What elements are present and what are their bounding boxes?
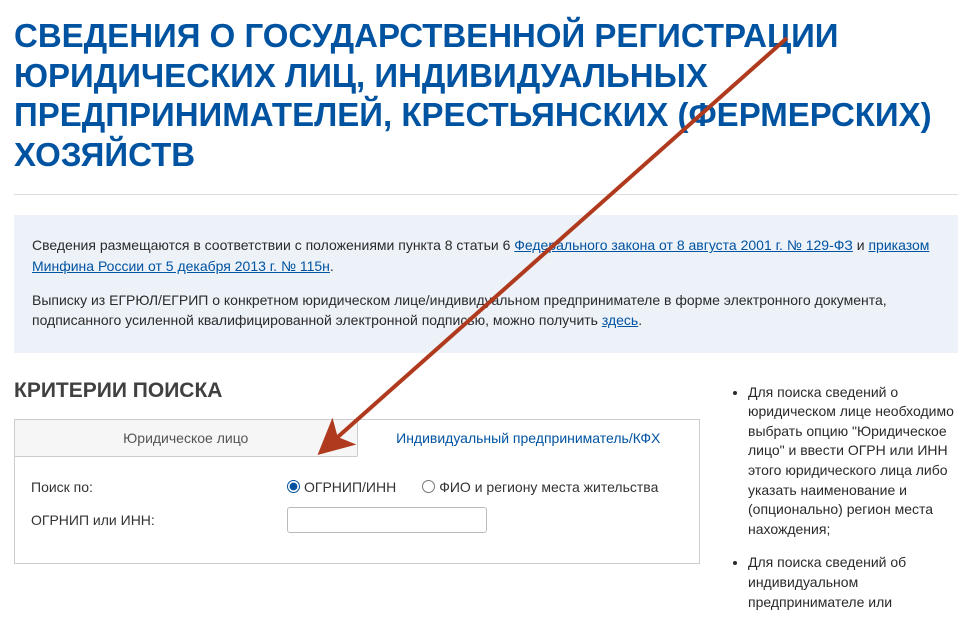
radio-ogrnip-inn-input[interactable] bbox=[287, 480, 300, 493]
search-form: Поиск по: ОГРНИП/ИНН ФИО и региону места… bbox=[14, 457, 700, 564]
tab-individual-entrepreneur[interactable]: Индивидуальный предприниматель/КФХ bbox=[357, 420, 700, 457]
radio-fio-region-label: ФИО и региону места жительства bbox=[439, 479, 658, 495]
search-panel: КРИТЕРИИ ПОИСКА Юридическое лицо Индивид… bbox=[14, 379, 700, 626]
info-text: Выписку из ЕГРЮЛ/ЕГРИП о конкретном юрид… bbox=[32, 292, 887, 328]
radio-fio-region-input[interactable] bbox=[422, 480, 435, 493]
ogrnip-inn-input[interactable] bbox=[287, 507, 487, 533]
radio-ogrnip-inn-label: ОГРНИП/ИНН bbox=[304, 479, 396, 495]
criteria-heading: КРИТЕРИИ ПОИСКА bbox=[14, 379, 700, 403]
hint-item: Для поиска сведений о юридическом лице н… bbox=[748, 383, 958, 540]
ogrnip-inn-label: ОГРНИП или ИНН: bbox=[31, 512, 287, 528]
hint-item: Для поиска сведений об индивидуальном пр… bbox=[748, 553, 958, 612]
law-link-129fz[interactable]: Федерального закона от 8 августа 2001 г.… bbox=[514, 237, 853, 253]
info-text: и bbox=[853, 237, 869, 253]
hints-panel: Для поиска сведений о юридическом лице н… bbox=[730, 379, 958, 626]
radio-fio-region[interactable]: ФИО и региону места жительства bbox=[422, 479, 658, 495]
tab-legal-entity[interactable]: Юридическое лицо bbox=[15, 420, 357, 457]
divider bbox=[14, 194, 958, 195]
search-by-label: Поиск по: bbox=[31, 479, 287, 495]
page-title: Сведения о государственной регистрации ю… bbox=[0, 0, 970, 194]
info-text: . bbox=[638, 312, 642, 328]
info-text: . bbox=[330, 258, 334, 274]
radio-ogrnip-inn[interactable]: ОГРНИП/ИНН bbox=[287, 479, 396, 495]
tabs: Юридическое лицо Индивидуальный предприн… bbox=[14, 419, 700, 457]
info-box: Сведения размещаются в соответствии с по… bbox=[14, 215, 958, 352]
extract-here-link[interactable]: здесь bbox=[602, 312, 638, 328]
info-text: Сведения размещаются в соответствии с по… bbox=[32, 237, 514, 253]
